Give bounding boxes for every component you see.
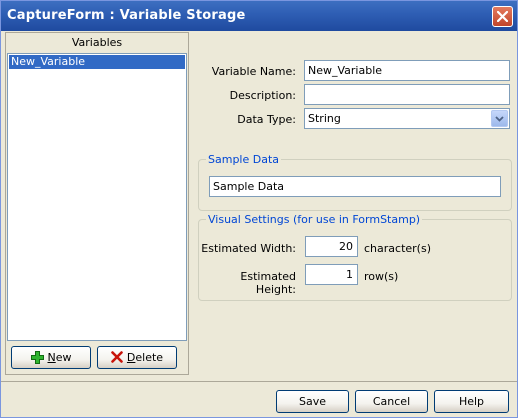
variables-header: Variables (71, 36, 123, 49)
chevron-down-icon (495, 116, 504, 122)
estimated-width-unit: character(s) (364, 242, 431, 255)
description-label: Description: (229, 89, 296, 102)
variable-name-field[interactable]: New_Variable (304, 60, 510, 81)
description-field[interactable] (304, 84, 510, 105)
close-button[interactable] (492, 6, 513, 27)
delete-button-label: elete (135, 351, 164, 364)
plus-icon (30, 350, 44, 364)
estimated-width-field[interactable]: 20 (305, 236, 358, 257)
save-button[interactable]: Save (276, 390, 349, 413)
data-type-label: Data Type: (237, 113, 296, 126)
delete-button[interactable]: Delete (97, 346, 177, 369)
sample-data-field[interactable]: Sample Data (209, 176, 501, 197)
variables-list[interactable]: New_Variable (7, 53, 187, 341)
window-title: CaptureForm : Variable Storage (7, 8, 246, 23)
data-type-value: String (308, 112, 341, 125)
variables-panel: Variables New_Variable New Delete (5, 32, 189, 375)
estimated-height-field[interactable]: 1 (305, 264, 358, 285)
footer-divider (1, 381, 517, 382)
dialog-window: CaptureForm : Variable Storage Variables… (0, 0, 518, 418)
new-button-label: ew (55, 351, 72, 364)
new-button-mnemonic: N (47, 351, 56, 364)
data-type-select[interactable]: String (304, 108, 510, 129)
visual-settings-title: Visual Settings (for use in FormStamp) (206, 213, 423, 226)
help-button[interactable]: Help (434, 390, 509, 413)
variable-name-label: Variable Name: (211, 65, 296, 78)
delete-x-icon (111, 351, 123, 363)
estimated-width-label: Estimated Width: (201, 242, 296, 255)
dropdown-button[interactable] (491, 110, 508, 127)
title-bar[interactable]: CaptureForm : Variable Storage (1, 1, 517, 31)
estimated-height-unit: row(s) (364, 270, 399, 283)
close-icon (497, 11, 508, 22)
sample-data-title: Sample Data (206, 153, 282, 166)
estimated-height-label: Estimated Height: (240, 270, 296, 296)
list-item[interactable]: New_Variable (9, 55, 185, 69)
new-button[interactable]: New (11, 346, 91, 369)
cancel-button[interactable]: Cancel (355, 390, 428, 413)
